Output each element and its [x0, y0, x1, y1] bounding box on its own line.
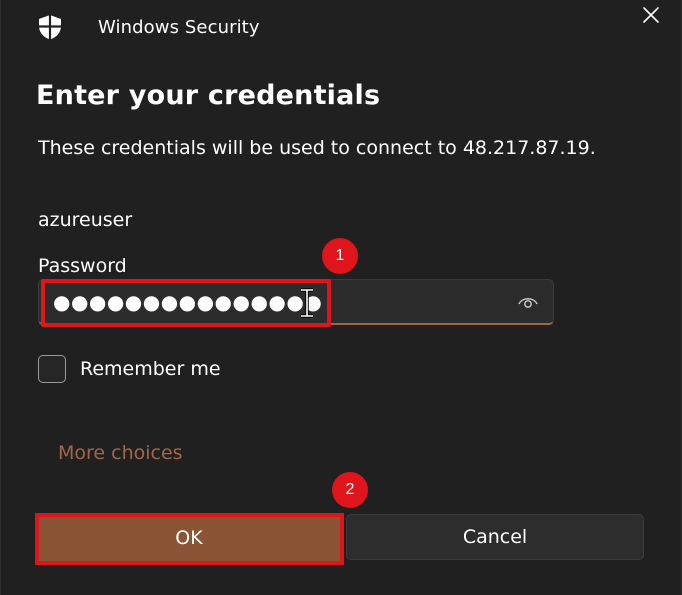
password-input[interactable]: ●●●●●●●●●●●●●●● — [38, 279, 554, 325]
close-icon — [642, 6, 660, 28]
eye-icon[interactable] — [517, 292, 539, 312]
close-button[interactable] — [629, 0, 673, 34]
password-label: Password — [38, 255, 127, 277]
ok-button[interactable]: OK — [37, 514, 341, 562]
remember-me-checkbox[interactable]: Remember me — [38, 354, 221, 384]
credentials-dialog: Windows Security Enter your credentials … — [0, 0, 682, 595]
remember-me-label: Remember me — [80, 358, 221, 380]
checkbox-box[interactable] — [38, 355, 66, 383]
dialog-description: These credentials will be used to connec… — [38, 137, 596, 159]
more-choices-link[interactable]: More choices — [58, 442, 183, 464]
cancel-button[interactable]: Cancel — [346, 514, 644, 560]
step-badge-2: 2 — [332, 472, 368, 508]
title-bar: Windows Security — [1, 0, 682, 56]
password-value: ●●●●●●●●●●●●●●● — [53, 290, 323, 314]
dialog-heading: Enter your credentials — [36, 80, 381, 111]
text-cursor-icon — [297, 288, 317, 318]
shield-icon — [37, 14, 63, 40]
step-badge-1: 1 — [322, 238, 358, 274]
app-title: Windows Security — [98, 17, 260, 38]
username-text: azureuser — [38, 209, 133, 231]
